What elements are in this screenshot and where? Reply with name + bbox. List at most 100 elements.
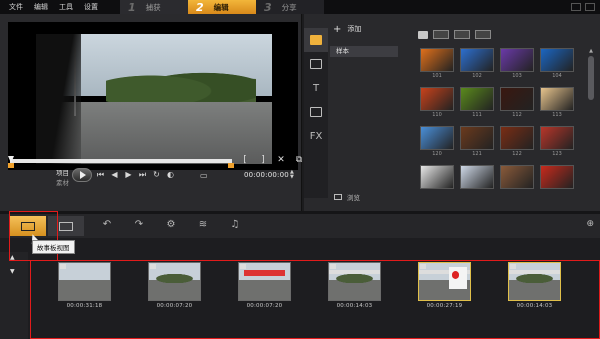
mark-out-button[interactable]: ] [258,155,268,165]
redo-icon[interactable]: ↷ [132,219,146,230]
video-clip-icon [330,264,336,269]
library-panel: T FX + 添加 样本 浏览 101 102 103 104 110 111 112 113… [304,14,600,211]
media-thumbnail[interactable]: 102 [460,48,494,80]
media-thumbnail[interactable]: 120 [420,126,454,158]
show-audio-icon[interactable] [475,30,491,39]
title-icon: T [312,82,320,94]
mark-buttons: [ ] ✕ ⧉ [240,155,304,165]
trim-end-marker[interactable] [228,163,234,168]
video-preview[interactable] [8,22,298,170]
scroll-thumb[interactable] [588,56,594,100]
thumbnail-image [420,48,454,72]
next-frame-icon[interactable]: ▶ [124,170,133,180]
menu-settings[interactable]: 设置 [84,2,98,12]
minimize-icon[interactable] [571,3,581,11]
thumbnail-caption: 121 [472,151,482,157]
video-clip-icon [240,264,246,269]
step-capture[interactable]: 1 捕获 [120,0,188,14]
repeat-icon[interactable]: ↻ [152,170,161,180]
maximize-icon[interactable] [585,3,595,11]
timecode-display[interactable]: 00:00:00:00 [244,171,289,179]
thumbnail-image [420,126,454,150]
media-thumbnail[interactable]: 101 [420,48,454,80]
scroll-up-icon[interactable]: ▲ [586,48,596,54]
menu-tools[interactable]: 工具 [59,2,73,12]
graphic-tab[interactable] [304,100,328,124]
step-edit[interactable]: 2 编辑 [188,0,256,14]
media-thumbnail[interactable]: 122 [500,126,534,158]
thumbnail-image [420,87,454,111]
show-photo-icon[interactable] [454,30,470,39]
media-thumbnail[interactable]: 110 [420,87,454,119]
media-thumbnail[interactable] [420,165,454,197]
mark-in-button[interactable]: [ [240,155,250,165]
menu-edit[interactable]: 编辑 [34,2,48,12]
thumbnail-caption: 104 [552,73,562,79]
home-icon[interactable]: ⏮ [96,170,105,180]
folder-item-sample[interactable]: 样本 [330,46,398,57]
step-share[interactable]: 3 分享 [256,0,324,14]
media-tab[interactable] [304,28,328,52]
media-thumbnail[interactable]: 104 [540,48,574,80]
previous-frame-icon[interactable]: ◀ [110,170,119,180]
add-folder-button[interactable]: + 添加 [330,22,410,36]
media-grid: 101 102 103 104 110 111 112 113 120 121 122 123 [420,48,574,197]
timeline-icon [59,221,73,231]
folder-icon[interactable] [418,30,428,39]
library-scrollbar[interactable]: ▲ [586,48,596,198]
clip-mode-label[interactable]: 素材 [56,178,69,188]
volume-icon[interactable]: ◐ [166,170,175,180]
media-thumbnail[interactable] [540,165,574,197]
copy-icon[interactable]: ⧉ [294,155,304,165]
zoom-fit-icon[interactable]: ⊕ [586,219,594,229]
media-thumbnail[interactable] [500,165,534,197]
timecode-spinner[interactable]: ▲ ▼ [290,170,294,180]
thumbnail-caption: 110 [432,112,442,118]
thumbnail-image [500,165,534,189]
auto-music-icon[interactable]: ♫ [228,219,242,230]
show-video-icon[interactable] [433,30,449,39]
sound-mixer-icon[interactable]: ≋ [196,219,210,230]
scrub-bar[interactable] [10,159,232,163]
thumbnail-image [540,126,574,150]
play-mode-labels: 项目 素材 [56,168,69,188]
thumbnail-caption: 120 [432,151,442,157]
media-thumbnail[interactable] [460,165,494,197]
thumbnail-image [460,87,494,111]
thumbnail-image [540,48,574,72]
transport-controls: ⏮ ◀ ▶ ⏭ ↻ ◐ [96,170,175,180]
graphic-icon [310,107,322,117]
browse-icon [334,194,342,200]
library-tabs: T FX [304,28,328,198]
fx-icon: FX [309,130,323,142]
menu-file[interactable]: 文件 [9,2,23,12]
expand-icon[interactable]: ▼ [10,268,15,275]
project-mode-label[interactable]: 项目 [56,168,69,178]
browse-button[interactable]: 浏览 [334,192,360,202]
title-tab[interactable]: T [304,76,328,100]
media-thumbnail[interactable]: 103 [500,48,534,80]
end-icon[interactable]: ⏭ [138,170,147,180]
plus-icon: + [333,23,342,35]
timeline-toolbar: ↶ ↷ ⚙ ≋ ♫ ⊕ [0,214,600,238]
fullscreen-icon[interactable]: ▭ [200,171,208,180]
thumbnail-caption: 101 [432,73,442,79]
media-thumbnail[interactable]: 111 [460,87,494,119]
window-controls [571,3,600,11]
media-thumbnail[interactable]: 113 [540,87,574,119]
thumbnail-image [540,87,574,111]
media-thumbnail[interactable]: 123 [540,126,574,158]
media-thumbnail[interactable]: 121 [460,126,494,158]
record-capture-icon[interactable]: ⚙ [164,219,178,230]
transition-tab[interactable] [304,52,328,76]
filter-tab[interactable]: FX [304,124,328,148]
menu-bar: 文件 编辑 工具 设置 [0,2,120,12]
media-thumbnail[interactable]: 112 [500,87,534,119]
trim-start-marker[interactable] [8,163,14,168]
split-icon[interactable]: ✕ [276,155,286,165]
undo-icon[interactable]: ↶ [100,219,114,230]
thumbnail-caption: 113 [552,112,562,118]
play-button[interactable] [72,168,92,182]
step-label: 编辑 [213,2,229,12]
top-bar: 文件 编辑 工具 设置 1 捕获 2 编辑 3 分享 [0,0,600,14]
